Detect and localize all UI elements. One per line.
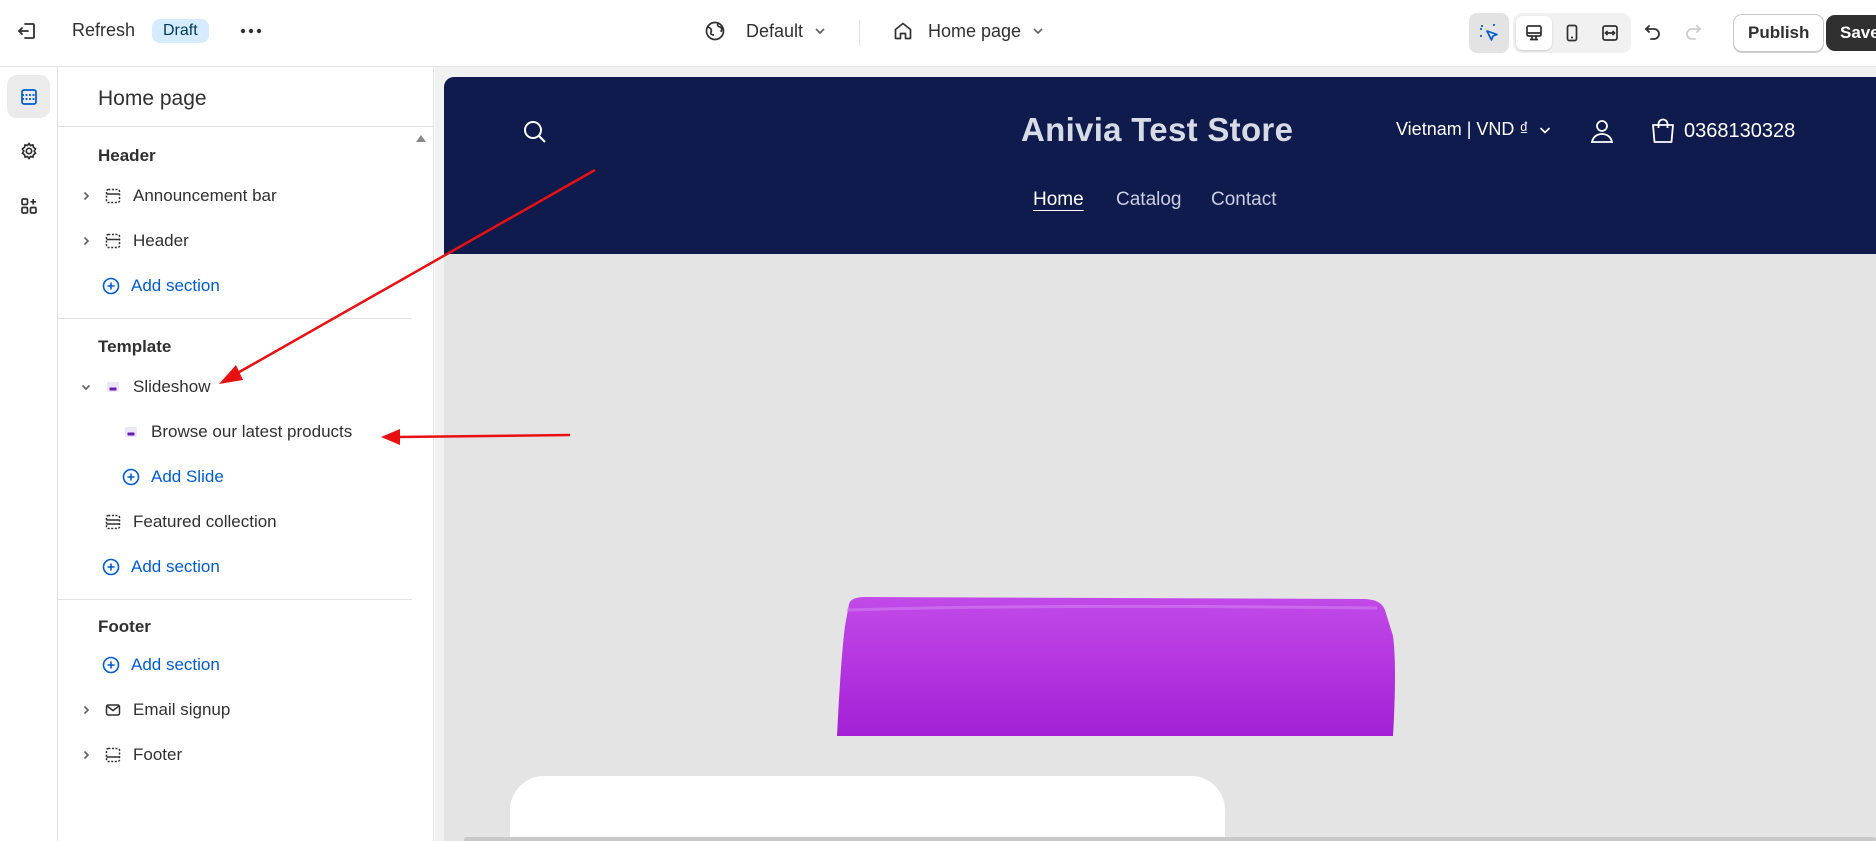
plus-circle-icon (100, 654, 122, 676)
add-section-footer[interactable]: Add section (100, 647, 220, 683)
plus-circle-icon (100, 556, 122, 578)
search-icon[interactable] (522, 119, 548, 150)
email-icon (102, 699, 124, 721)
section-label: Email signup (133, 700, 231, 719)
refresh-button[interactable]: Refresh (72, 20, 135, 41)
slide-icon (120, 421, 142, 443)
horizontal-scrollbar[interactable] (464, 837, 1876, 841)
mobile-icon[interactable] (1554, 16, 1590, 50)
add-section-template[interactable]: Add section (100, 549, 220, 585)
section-header[interactable]: Header (76, 223, 189, 259)
product-image (837, 597, 1395, 736)
page-label: Home page (928, 20, 1022, 41)
more-icon[interactable] (234, 14, 268, 48)
plus-circle-icon (120, 466, 142, 488)
store-preview: Anivia Test Store Vietnam | VND ₫ 036813… (435, 67, 1876, 841)
editor-rail (0, 67, 58, 841)
publish-button[interactable]: Publish (1733, 14, 1825, 52)
add-slide-label: Add Slide (151, 467, 224, 486)
globe-icon (705, 21, 725, 41)
section-layout-icon (102, 185, 124, 207)
add-section-label: Add section (131, 655, 220, 674)
group-divider (58, 318, 412, 319)
section-label: Featured collection (133, 512, 277, 531)
page-dropdown[interactable]: Home page (892, 20, 1045, 42)
footer-layout-icon (102, 744, 124, 766)
add-slide-button[interactable]: Add Slide (120, 459, 224, 495)
chevron-down-icon (1539, 126, 1550, 134)
chevron-down-icon (815, 28, 825, 35)
section-label: Header (133, 231, 189, 250)
nav-contact[interactable]: Contact (1211, 189, 1276, 211)
exit-icon[interactable] (10, 14, 44, 48)
slideshow-slide[interactable] (444, 254, 1876, 841)
section-announcement-bar[interactable]: Announcement bar (76, 178, 277, 214)
view-controls (1469, 13, 1631, 53)
phone-label: 0368130328 (1684, 119, 1796, 142)
title-divider (58, 126, 434, 127)
section-label: Slideshow (133, 377, 211, 396)
settings-icon[interactable] (7, 129, 50, 172)
undo-icon[interactable] (1636, 15, 1670, 49)
sections-sidebar: Home page Header Announcement bar Header… (58, 67, 434, 841)
group-heading-template: Template (98, 337, 172, 356)
desktop-icon[interactable] (1516, 16, 1552, 50)
chevron-right-icon[interactable] (76, 190, 96, 202)
slide-content-box (510, 776, 1225, 841)
store-header: Anivia Test Store Vietnam | VND ₫ 036813… (444, 77, 1876, 254)
account-icon[interactable] (1588, 117, 1616, 150)
device-switcher (1513, 13, 1631, 53)
group-divider (58, 599, 412, 600)
section-slideshow[interactable]: Slideshow (76, 369, 211, 405)
add-section-label: Add section (131, 276, 220, 295)
section-featured-collection[interactable]: Featured collection (102, 504, 277, 540)
locale-label: Vietnam | VND ₫ (1396, 119, 1529, 139)
save-button[interactable]: Save (1826, 15, 1876, 51)
fullwidth-icon[interactable] (1592, 16, 1628, 50)
cart-button[interactable]: 0368130328 (1650, 117, 1795, 145)
chevron-right-icon[interactable] (76, 749, 96, 761)
section-layout-icon (102, 511, 124, 533)
block-label: Browse our latest products (151, 422, 353, 441)
section-label: Footer (133, 745, 183, 764)
group-heading-footer: Footer (98, 617, 151, 636)
add-section-label: Add section (131, 557, 220, 576)
section-layout-icon (102, 230, 124, 252)
locale-selector[interactable]: Vietnam | VND ₫ (1396, 119, 1553, 140)
chevron-down-icon[interactable] (76, 381, 96, 393)
section-footer[interactable]: Footer (76, 737, 182, 773)
plus-circle-icon (100, 275, 122, 297)
theme-label: Default (746, 20, 804, 41)
scroll-up-icon[interactable] (416, 135, 426, 142)
editor-topbar: Refresh Draft Default Home page Publish … (0, 0, 1876, 67)
inspector-icon[interactable] (1469, 13, 1509, 53)
store-name[interactable]: Anivia Test Store (1021, 111, 1293, 149)
redo-icon[interactable] (1676, 15, 1710, 49)
section-label: Announcement bar (133, 186, 277, 205)
theme-dropdown[interactable]: Default (704, 20, 827, 42)
status-badge: Draft (152, 19, 209, 43)
toolbar-divider (859, 20, 860, 46)
chevron-right-icon[interactable] (76, 704, 96, 716)
chevron-right-icon[interactable] (76, 235, 96, 247)
add-section-header[interactable]: Add section (100, 268, 220, 304)
sections-icon[interactable] (7, 75, 50, 118)
cart-icon (1652, 118, 1674, 143)
section-email-signup[interactable]: Email signup (76, 692, 230, 728)
slideshow-icon (102, 376, 124, 398)
apps-icon[interactable] (7, 184, 50, 227)
sidebar-title: Home page (98, 87, 207, 110)
block-slide[interactable]: Browse our latest products (120, 414, 352, 450)
nav-catalog[interactable]: Catalog (1116, 189, 1182, 211)
chevron-down-icon (1033, 28, 1043, 35)
home-icon (894, 22, 912, 40)
nav-home[interactable]: Home (1033, 189, 1084, 211)
group-heading-header: Header (98, 146, 156, 165)
preview-canvas: Anivia Test Store Vietnam | VND ₫ 036813… (444, 77, 1876, 841)
